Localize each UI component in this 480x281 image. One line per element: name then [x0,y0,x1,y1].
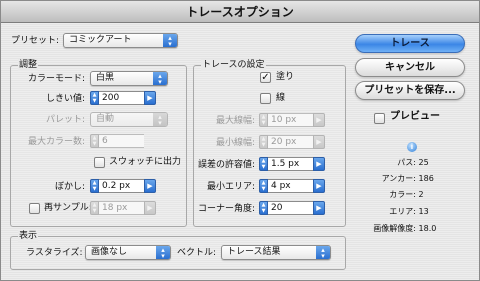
corner-angle-slider-button[interactable]: ▶ [313,201,325,215]
stat-key: カラー: [389,190,416,199]
tolerance-stepper[interactable]: ▲ ▼ [259,157,268,171]
min-area-label: 最小エリア: [206,182,255,192]
blur-value[interactable]: 0.2 px [99,179,144,193]
fill-label: 塗り [276,72,295,82]
resample-stepper[interactable]: ▲ ▼ [90,201,99,215]
preset-label: プリセット: [11,36,60,46]
save-preset-button[interactable]: プリセットを保存... [355,81,465,100]
min-area-slider-button[interactable]: ▶ [313,179,325,193]
tolerance-label: 誤差の許容値: [197,160,255,170]
stat-value: 18.0 [418,224,437,233]
rasterize-select[interactable]: 画像なし ▴ ▾ [85,245,171,260]
vector-select[interactable]: トレース結果 ▴ ▾ [221,245,331,260]
min-area-field[interactable]: ▲ ▼ 4 px ▶ [259,179,325,193]
stat-resolution: 画像解像度: 18.0 [366,223,436,234]
min-area-stepper[interactable]: ▲ ▼ [259,179,268,193]
color-mode-value: 白黒 [96,73,115,83]
max-colors-stepper[interactable]: ▲ ▼ [90,134,99,148]
min-stroke-value[interactable]: 20 px [268,135,313,149]
corner-angle-value[interactable]: 20 [268,201,313,215]
popup-arrows-icon: ▴ ▾ [156,246,170,260]
max-colors-value[interactable]: 6 [99,134,144,148]
color-mode-label: カラーモード: [27,74,85,84]
blur-slider-button[interactable]: ▶ [144,179,156,193]
threshold-field[interactable]: ▲ ▼ 200 ▶ [90,91,156,105]
stat-key: エリア: [389,207,416,216]
popup-arrows-icon: ▴ ▾ [153,113,167,127]
popup-arrows-icon: ▴ ▾ [153,72,167,86]
trace-settings-title: トレースの設定 [201,59,266,71]
threshold-label: しきい値: [45,94,85,104]
stat-value: 13 [418,207,429,216]
trace-options-dialog: トレースオプション プリセット: コミックアート ▴ ▾ 調整 カラーモード: 白… [0,0,480,281]
palette-label: パレット: [45,115,85,125]
window-title: トレースオプション [186,5,294,19]
stat-paths: パス: 25 [366,157,429,168]
stat-key: 画像解像度: [373,224,416,233]
adjust-group-title: 調整 [18,59,39,71]
fill-checkbox[interactable]: ✓ [260,72,271,83]
stat-value: 186 [418,174,434,183]
corner-angle-label: コーナー角度: [197,204,255,214]
stat-areas: エリア: 13 [366,206,429,217]
stat-anchors: アンカー: 186 [366,173,434,184]
min-stroke-slider-button[interactable]: ▶ [313,135,325,149]
tolerance-slider-button[interactable]: ▶ [313,157,325,171]
swatch-output-label: スウォッチに出力 [109,157,182,167]
threshold-stepper[interactable]: ▲ ▼ [90,91,99,105]
blur-stepper[interactable]: ▲ ▼ [90,179,99,193]
max-stroke-field[interactable]: ▲ ▼ 10 px ▶ [259,113,325,127]
blur-label: ぼかし: [54,182,85,192]
preset-select[interactable]: コミックアート ▴ ▾ [63,33,178,48]
min-stroke-stepper[interactable]: ▲ ▼ [259,135,268,149]
tolerance-value[interactable]: 1.5 px [268,157,313,171]
max-stroke-label: 最大線幅: [215,116,255,126]
corner-angle-stepper[interactable]: ▲ ▼ [259,201,268,215]
max-colors-field[interactable]: ▲ ▼ 6 [90,134,144,148]
palette-select[interactable]: 自動 ▴ ▾ [90,112,168,127]
title-bar: トレースオプション [1,1,479,23]
rasterize-value: 画像なし [91,247,128,257]
resample-checkbox[interactable] [29,203,40,214]
preset-value: コミックアート [69,35,132,45]
popup-arrows-icon: ▴ ▾ [316,246,330,260]
threshold-value[interactable]: 200 [99,91,144,105]
stat-key: アンカー: [381,174,416,183]
resample-field[interactable]: ▲ ▼ 18 px ▶ [90,201,156,215]
trace-button[interactable]: トレース [355,34,465,53]
resample-label: 再サンプル: [44,203,92,213]
resample-slider-button[interactable]: ▶ [144,201,156,215]
vector-value: トレース結果 [227,247,281,257]
rasterize-label: ラスタライズ: [26,248,83,258]
stroke-checkbox[interactable] [260,93,271,104]
min-stroke-label: 最小線幅: [215,138,255,148]
min-area-value[interactable]: 4 px [268,179,313,193]
corner-angle-field[interactable]: ▲ ▼ 20 ▶ [259,201,325,215]
vector-label: ベクトル: [177,248,217,258]
display-group-title: 表示 [18,230,39,242]
stat-value: 2 [418,190,424,199]
stat-key: パス: [397,158,416,167]
info-icon: i [407,142,417,152]
max-colors-label: 最大カラー数: [27,137,85,147]
preview-checkbox[interactable] [374,113,385,124]
palette-value: 自動 [96,114,115,124]
color-mode-select[interactable]: 白黒 ▴ ▾ [90,71,168,86]
max-stroke-stepper[interactable]: ▲ ▼ [259,113,268,127]
stat-colors: カラー: 2 [366,189,424,200]
threshold-slider-button[interactable]: ▶ [144,91,156,105]
max-stroke-value[interactable]: 10 px [268,113,313,127]
swatch-output-checkbox[interactable] [94,157,105,168]
max-stroke-slider-button[interactable]: ▶ [313,113,325,127]
resample-value[interactable]: 18 px [99,201,144,215]
stroke-label: 線 [276,93,286,103]
preview-label: プレビュー [390,111,440,122]
tolerance-field[interactable]: ▲ ▼ 1.5 px ▶ [259,157,325,171]
popup-arrows-icon: ▴ ▾ [163,34,177,48]
min-stroke-field[interactable]: ▲ ▼ 20 px ▶ [259,135,325,149]
blur-field[interactable]: ▲ ▼ 0.2 px ▶ [90,179,156,193]
cancel-button[interactable]: キャンセル [355,58,465,77]
stat-value: 25 [418,158,429,167]
